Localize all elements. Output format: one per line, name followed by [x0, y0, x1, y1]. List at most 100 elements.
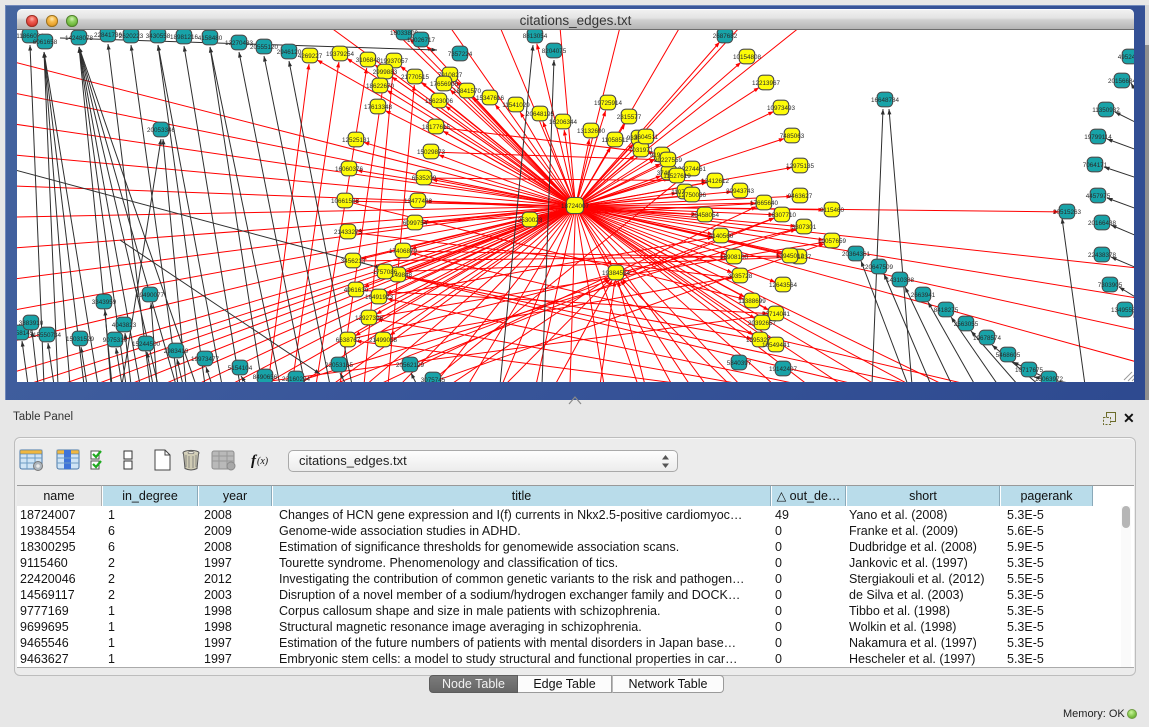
- svg-text:21499058: 21499058: [369, 337, 398, 344]
- svg-text:14248078: 14248078: [65, 35, 94, 42]
- svg-text:3343959: 3343959: [92, 299, 117, 306]
- svg-text:20156684: 20156684: [1108, 78, 1134, 85]
- svg-text:4140560: 4140560: [709, 233, 734, 240]
- svg-text:16206344: 16206344: [549, 119, 578, 126]
- svg-text:17665640: 17665640: [750, 200, 779, 207]
- svg-text:3075745: 3075745: [421, 377, 446, 382]
- svg-text:12213967: 12213967: [752, 80, 781, 87]
- svg-text:12525131: 12525131: [342, 137, 371, 144]
- svg-text:18026717: 18026717: [407, 37, 436, 44]
- svg-text:13132690: 13132690: [577, 128, 606, 135]
- svg-text:(x): (x): [257, 456, 269, 467]
- svg-text:12975135: 12975135: [786, 163, 815, 170]
- svg-text:2620223: 2620223: [119, 33, 144, 40]
- svg-text:15063972: 15063972: [1035, 376, 1064, 382]
- svg-text:21770515: 21770515: [401, 74, 430, 81]
- svg-text:11527619: 11527619: [663, 173, 691, 180]
- svg-text:20943743: 20943743: [726, 188, 755, 195]
- svg-text:18622670: 18622670: [366, 83, 395, 90]
- svg-text:10154808: 10154808: [733, 54, 762, 61]
- svg-text:2258145: 2258145: [17, 330, 34, 337]
- svg-text:22438378: 22438378: [1088, 252, 1117, 259]
- svg-text:20562129: 20562129: [396, 362, 425, 369]
- svg-text:19379254: 19379254: [326, 51, 355, 58]
- svg-text:20053346: 20053346: [147, 127, 176, 134]
- svg-text:19973477: 19973477: [191, 356, 220, 363]
- svg-text:20515263: 20515263: [1053, 209, 1082, 216]
- svg-text:20166438: 20166438: [1088, 220, 1117, 227]
- svg-text:19490077: 19490077: [136, 292, 165, 299]
- svg-text:11350932: 11350932: [1092, 107, 1120, 114]
- svg-text:10973493: 10973493: [767, 105, 796, 112]
- svg-text:19678574: 19678574: [973, 335, 1002, 342]
- svg-text:15347616: 15347616: [476, 95, 505, 102]
- svg-text:6099754: 6099754: [403, 220, 428, 227]
- svg-text:3456213: 3456213: [341, 258, 366, 265]
- svg-text:5468605: 5468605: [996, 352, 1021, 359]
- svg-text:16307710: 16307710: [768, 212, 797, 219]
- svg-text:5840397: 5840397: [727, 360, 752, 367]
- svg-text:3106848: 3106848: [356, 57, 381, 64]
- svg-text:2983419: 2983419: [164, 348, 189, 355]
- svg-text:3307301: 3307301: [792, 224, 817, 231]
- svg-text:10717675: 10717675: [1015, 367, 1044, 374]
- svg-text:15029873: 15029873: [417, 149, 446, 156]
- svg-text:13945012: 13945012: [776, 253, 805, 260]
- svg-text:20364361: 20364361: [842, 251, 871, 258]
- svg-text:14310388: 14310388: [886, 277, 915, 284]
- svg-text:17613348: 17613348: [364, 104, 393, 111]
- svg-text:12477488: 12477488: [404, 198, 433, 205]
- svg-text:6638767: 6638767: [336, 337, 361, 344]
- svg-text:16491923: 16491923: [365, 294, 394, 301]
- svg-text:19384554: 19384554: [602, 270, 631, 277]
- svg-text:15031529: 15031529: [66, 336, 95, 343]
- svg-text:18981216: 18981216: [170, 34, 199, 41]
- svg-text:2663941: 2663941: [911, 292, 936, 299]
- svg-text:9463627: 9463627: [788, 193, 813, 200]
- svg-text:18177615: 18177615: [422, 124, 451, 131]
- svg-text:6061658: 6061658: [33, 39, 58, 46]
- svg-text:3430558: 3430558: [146, 33, 171, 40]
- svg-text:11058511: 11058511: [601, 137, 629, 144]
- svg-text:16623006: 16623006: [425, 98, 454, 105]
- svg-text:3604511: 3604511: [634, 134, 659, 141]
- svg-text:13495588: 13495588: [1111, 307, 1134, 314]
- svg-text:5154104: 5154104: [228, 365, 253, 372]
- svg-text:19799114: 19799114: [1084, 134, 1112, 141]
- svg-text:20648195: 20648195: [526, 111, 555, 118]
- svg-text:16908100: 16908100: [720, 254, 749, 261]
- svg-text:2530023: 2530023: [518, 217, 543, 224]
- svg-text:12750036: 12750036: [678, 192, 707, 199]
- svg-text:21433273: 21433273: [334, 229, 363, 236]
- svg-text:12643564: 12643564: [769, 282, 798, 289]
- svg-text:11541029: 11541029: [502, 102, 530, 109]
- svg-text:22160294: 22160294: [282, 376, 311, 382]
- svg-text:2999883: 2999883: [373, 69, 398, 76]
- svg-text:7303905: 7303905: [1098, 282, 1123, 289]
- svg-text:22053165: 22053165: [325, 362, 354, 369]
- svg-text:4952451: 4952451: [1118, 54, 1134, 61]
- svg-text:2687682: 2687682: [713, 33, 738, 40]
- svg-text:19142407: 19142407: [769, 366, 798, 373]
- svg-text:10661588: 10661588: [331, 198, 360, 205]
- svg-text:15244500: 15244500: [132, 341, 161, 348]
- svg-text:12927396: 12927396: [355, 315, 384, 322]
- svg-text:4457975: 4457975: [1086, 193, 1111, 200]
- svg-text:20227559: 20227559: [654, 157, 683, 164]
- svg-text:9115460: 9115460: [820, 207, 845, 214]
- svg-text:1757086: 1757086: [373, 269, 398, 276]
- svg-text:16060376: 16060376: [335, 166, 364, 173]
- svg-text:20392657: 20392657: [748, 320, 777, 327]
- svg-text:11388699: 11388699: [738, 298, 766, 305]
- svg-text:8490656: 8490656: [253, 374, 278, 381]
- svg-text:10057659: 10057659: [818, 238, 847, 245]
- svg-text:4961630: 4961630: [344, 287, 369, 294]
- svg-text:9075310: 9075310: [103, 337, 128, 344]
- svg-text:20647509: 20647509: [865, 264, 894, 271]
- svg-text:8418275: 8418275: [934, 307, 959, 314]
- svg-text:19725914: 19725914: [594, 100, 623, 107]
- svg-text:8204075: 8204075: [542, 48, 567, 55]
- svg-text:7485063: 7485063: [780, 133, 805, 140]
- svg-text:3883910: 3883910: [19, 320, 44, 327]
- svg-text:17406879: 17406879: [389, 248, 418, 255]
